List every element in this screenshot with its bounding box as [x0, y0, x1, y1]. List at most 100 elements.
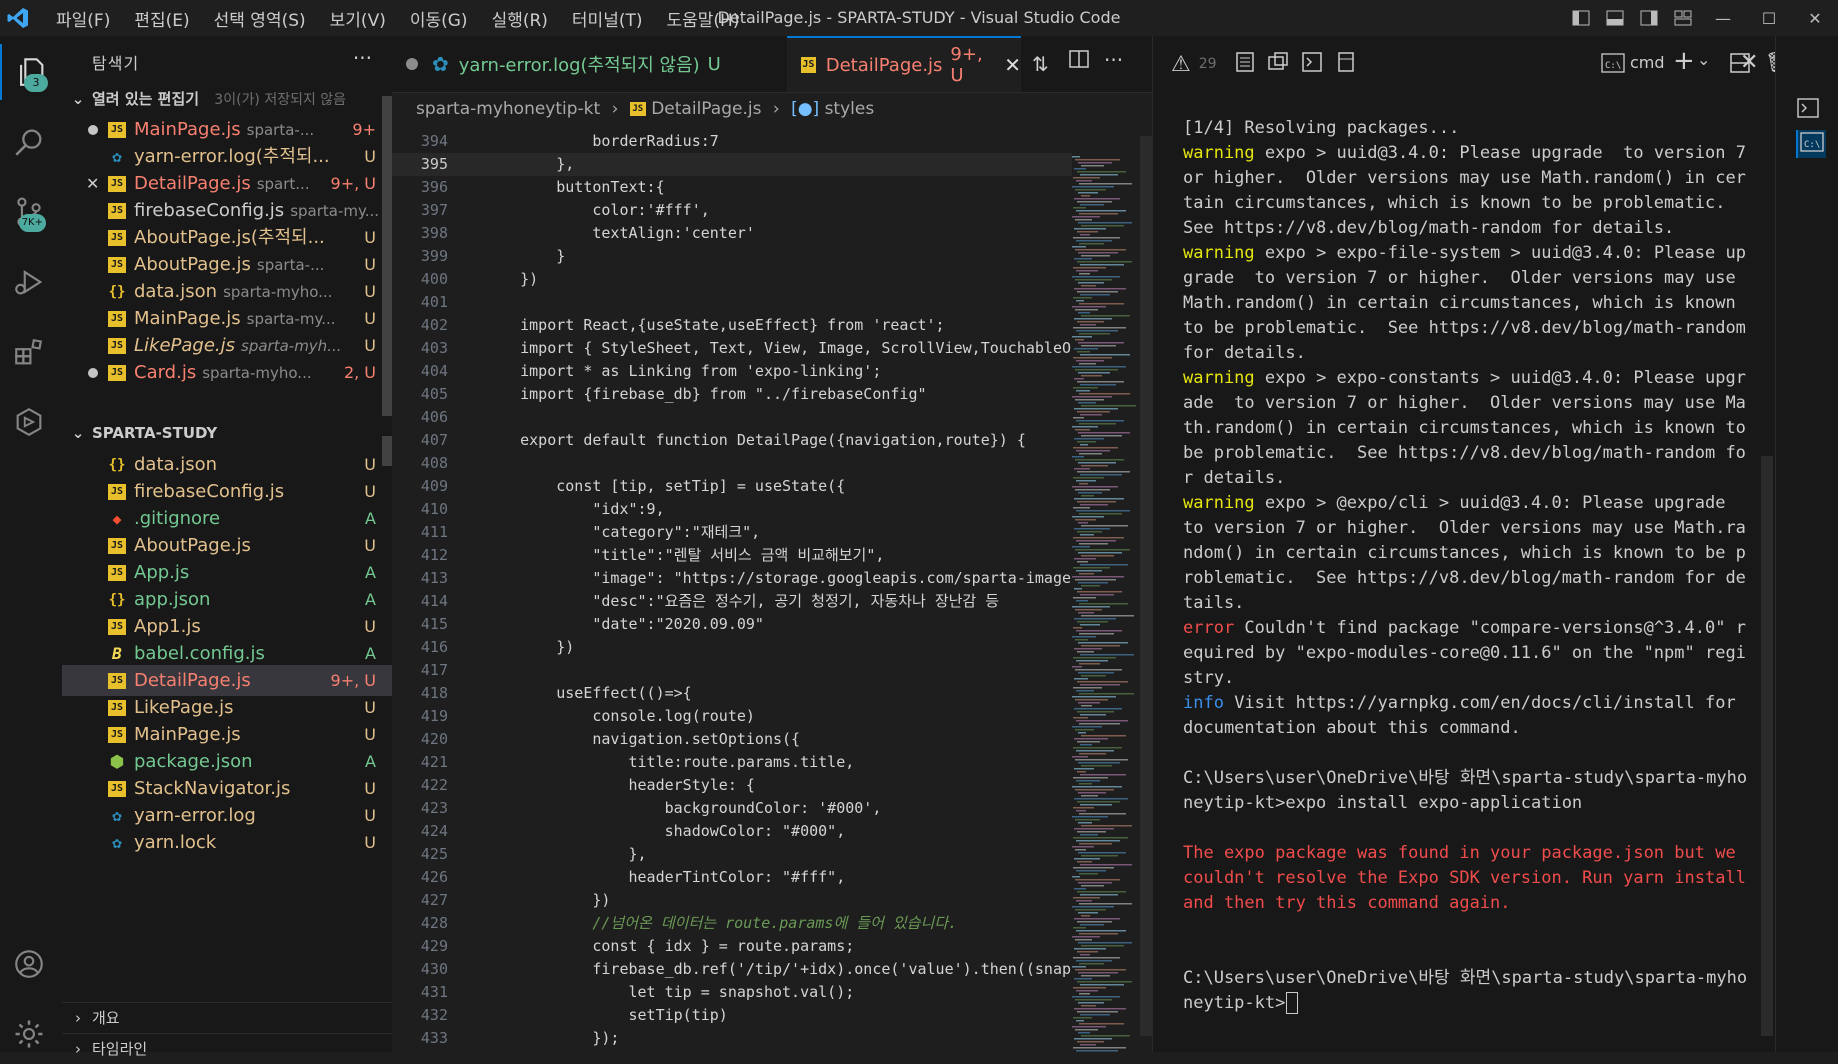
code-text: import * as Linking from 'expo-linking'; [484, 362, 882, 380]
code-line: 395 }, [392, 153, 1072, 176]
menu-item[interactable]: 실행(R) [492, 6, 548, 31]
file-name: Card.js [134, 362, 197, 383]
warning-icon[interactable]: ⚠ [1171, 52, 1191, 77]
search-icon[interactable] [0, 114, 58, 170]
open-editors-scrollbar[interactable] [382, 96, 392, 416]
code-text: navigation.setOptions({ [484, 730, 801, 748]
breadcrumb-file[interactable]: DetailPage.js [651, 99, 761, 119]
breadcrumb-folder[interactable]: sparta-myhoneytip-kt [416, 99, 600, 119]
minimap[interactable] [1068, 156, 1138, 1052]
tab-yarn-error-log[interactable]: ✿ yarn-error.log(추적되지 않음) U [432, 36, 777, 92]
shell-selector[interactable]: cmd [1630, 53, 1665, 72]
code-text: firebase_db.ref('/tip/'+idx).once('value… [484, 960, 1071, 978]
code-text: }, [484, 155, 575, 173]
code-line: 422 headerStyle: { [392, 774, 1072, 797]
breadcrumb: sparta-myhoneytip-kt › JS DetailPage.js … [416, 99, 875, 119]
js-file-icon: JS [108, 700, 126, 716]
run-debug-icon[interactable] [0, 254, 58, 310]
cmd-terminal-instance-icon[interactable]: C:\ [1796, 130, 1826, 158]
file-label: Card.js sparta-myho... [134, 357, 312, 388]
source-control-icon[interactable]: 7K+ [0, 184, 58, 240]
menu-item[interactable]: 보기(V) [330, 6, 386, 31]
explorer-more-actions-button[interactable]: ··· [353, 46, 372, 70]
tab-detailpage-js[interactable]: JS DetailPage.js 9+, U ✕ [787, 36, 1021, 92]
debug-console-icon[interactable] [1267, 51, 1289, 78]
ports-icon[interactable] [1335, 51, 1357, 78]
menu-item[interactable]: 선택 영역(S) [214, 6, 306, 31]
menu-item[interactable]: 이동(G) [410, 6, 468, 31]
terminal-cursor [1286, 992, 1299, 1014]
menu-bar: 파일(F) 편집(E) 선택 영역(S) 보기(V) 이동(G) 실행(R) 터미널(T) 도… [56, 0, 763, 36]
project-scrollbar[interactable] [382, 436, 392, 466]
dirty-dot-icon [88, 368, 98, 378]
customize-layout-icon[interactable] [1666, 0, 1700, 36]
open-editor-item[interactable]: JS Card.js sparta-myho... 2, U [62, 357, 392, 388]
open-editors-header[interactable]: ⌄ 열려 있는 편집기 3이(가) 저장되지 않음 [62, 84, 392, 114]
timeline-section-header[interactable]: › 타임라인 [62, 1033, 392, 1064]
line-number: 426 [420, 868, 448, 886]
terminal-scrollbar[interactable] [1761, 456, 1773, 1036]
code-line: 403 import { StyleSheet, Text, View, Ima… [392, 337, 1072, 360]
outline-section-header[interactable]: › 개요 [62, 1002, 392, 1033]
js-file-icon: JS [108, 484, 126, 500]
git-status-badge: 2, U [343, 363, 376, 382]
accounts-icon[interactable] [0, 936, 58, 992]
code-line: 400 }) [392, 268, 1072, 291]
output-icon[interactable] [1235, 51, 1255, 78]
code-line: 420 navigation.setOptions({ [392, 728, 1072, 751]
breadcrumb-symbol[interactable]: styles [825, 99, 875, 119]
extensions-icon[interactable] [0, 324, 58, 380]
toggle-secondary-sidebar-icon[interactable] [1632, 0, 1666, 36]
code-line: 425 }, [392, 843, 1072, 866]
toggle-primary-sidebar-icon[interactable] [1564, 0, 1598, 36]
more-actions-icon[interactable]: ··· [1104, 48, 1123, 72]
code-line: 428 //넘어온 데이터는 route.params에 들어 있습니다. [392, 912, 1072, 935]
maximize-icon[interactable]: ☐ [1746, 0, 1792, 36]
js-file-icon: JS [108, 781, 126, 797]
code-editor[interactable]: 394 borderRadius:7 395 }, 396 buttonText:{… [392, 124, 1072, 1052]
menu-item[interactable]: 파일(F) [56, 6, 110, 31]
remote-explorer-icon[interactable] [0, 394, 58, 450]
terminal-instance-icon[interactable] [1796, 96, 1820, 124]
code-text: setTip(tip) [484, 1006, 728, 1024]
js-file-icon: JS [108, 176, 126, 192]
explorer-icon[interactable]: 3 [0, 44, 60, 100]
menu-item[interactable]: 편집(E) [134, 6, 189, 31]
code-text: title:route.params.title, [484, 753, 855, 771]
log-text: The expo package was found in your packa… [1183, 843, 1757, 913]
close-window-icon[interactable]: ✕ [1792, 0, 1838, 36]
file-path-desc: sparta-my... [290, 202, 380, 220]
code-line: 423 backgroundColor: '#000', [392, 797, 1072, 820]
open-editors-label: 열려 있는 편집기 [92, 90, 200, 108]
code-text: }) [484, 638, 575, 656]
line-number: 398 [420, 224, 448, 242]
new-terminal-plus-icon[interactable]: + [1673, 46, 1695, 76]
minimize-icon[interactable]: — [1700, 0, 1746, 36]
compare-changes-icon[interactable]: ⇅ [1032, 52, 1049, 76]
menu-item[interactable]: 터미널(T) [572, 6, 643, 31]
code-text: import { StyleSheet, Text, View, Image, … [484, 339, 1071, 357]
file-name: yarn-error.log(추적되... [134, 146, 330, 167]
file-tree-item[interactable]: ✿ yarn.lock U [62, 827, 392, 858]
editor-scrollbar[interactable] [1140, 136, 1152, 1036]
line-number: 432 [420, 1006, 448, 1024]
toggle-panel-icon[interactable] [1598, 0, 1632, 36]
dirty-dot-icon [406, 58, 418, 70]
code-text: }) [484, 891, 611, 909]
code-line: 417 [392, 659, 1072, 682]
log-text: expo > uuid@3.4.0: Please upgrade to ver… [1183, 143, 1757, 238]
terminal-output[interactable]: [1/4] Resolving packages... warning expo … [1183, 116, 1753, 1016]
chevron-down-icon[interactable]: ⌄ [1697, 50, 1710, 69]
terminal-icon[interactable] [1301, 51, 1323, 78]
menu-item[interactable]: 도움말(H) [667, 6, 740, 31]
manage-gear-icon[interactable] [0, 1006, 58, 1062]
babel-file-icon: B [112, 644, 122, 663]
close-panel-icon[interactable]: ✕ [1740, 50, 1758, 75]
code-line: 401 [392, 291, 1072, 314]
code-line: 405 import {firebase_db} from "../fireba… [392, 383, 1072, 406]
npm-file-icon: ⬢ [110, 752, 124, 771]
close-tab-icon[interactable]: ✕ [1004, 53, 1021, 77]
line-number: 399 [420, 247, 448, 265]
split-editor-icon[interactable] [1068, 48, 1090, 74]
